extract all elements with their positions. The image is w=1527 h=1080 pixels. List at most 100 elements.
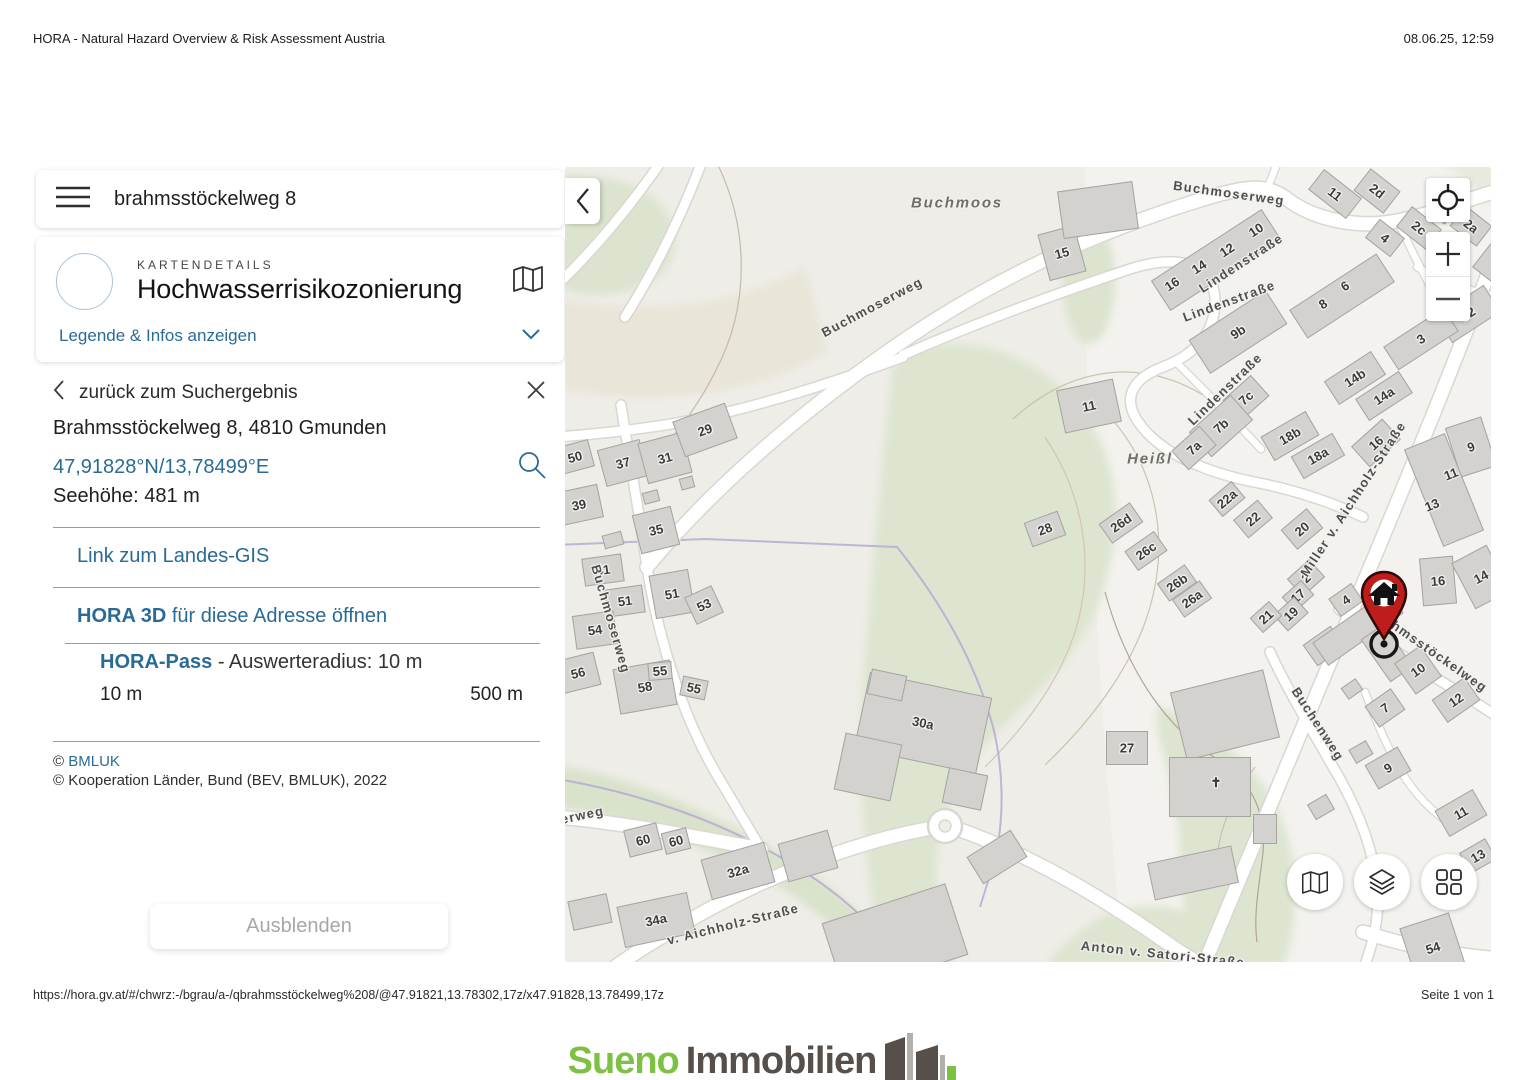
map-street-label: Buchmoserweg xyxy=(565,803,606,841)
location-marker-pin xyxy=(1354,570,1414,662)
back-to-results-label[interactable]: zurück zum Suchergebnis xyxy=(79,382,525,404)
layers-icon xyxy=(1367,867,1397,897)
landes-gis-link[interactable]: Link zum Landes-GIS xyxy=(77,545,269,568)
map-building xyxy=(567,893,612,931)
collapse-sidebar-button[interactable] xyxy=(565,178,600,224)
sueno-immobilien-logo: SuenoImmobilien xyxy=(0,1028,1527,1080)
legend-info-link[interactable]: Legende & Infos anzeigen xyxy=(59,326,257,346)
map-building-number: 16 xyxy=(1430,573,1446,589)
result-coordinates[interactable]: 47,91828°N/13,78499°E xyxy=(53,456,269,479)
map-tool-buttons xyxy=(1287,854,1477,910)
apps-grid-button[interactable] xyxy=(1421,854,1477,910)
logo-text-dark: Immobilien xyxy=(686,1040,877,1080)
map-building xyxy=(966,830,1027,885)
map-building xyxy=(822,883,969,962)
radius-slider-labels[interactable]: 10 m 500 m xyxy=(100,684,523,706)
copyright-symbol: © xyxy=(53,753,68,770)
map-building xyxy=(834,733,903,802)
map-building xyxy=(679,475,696,490)
map-building xyxy=(602,531,625,550)
copyright-line-2: © Kooperation Länder, Bund (BEV, BMLUK),… xyxy=(53,772,387,789)
map-building-number: 39 xyxy=(570,496,587,514)
minus-icon xyxy=(1434,296,1462,302)
map-building-number: 51 xyxy=(664,585,681,602)
chevron-left-icon[interactable] xyxy=(53,379,65,406)
map-building-number: 58 xyxy=(637,678,654,695)
sidebar: KARTENDETAILS Hochwasserrisikozonierung … xyxy=(36,167,564,962)
logo-text-green: Sueno xyxy=(568,1040,679,1080)
search-input[interactable] xyxy=(112,187,544,212)
zoom-controls xyxy=(1426,232,1470,321)
map-canvas[interactable]: 503731293935415151535456585555606032a34a… xyxy=(565,167,1491,962)
map-place-label: Heißl xyxy=(1127,451,1173,468)
logo-text: SuenoImmobilien xyxy=(568,1042,877,1080)
hora-3d-bold[interactable]: HORA 3D xyxy=(77,605,166,627)
hora-3d-rest[interactable]: für diese Adresse öffnen xyxy=(166,605,387,627)
map-building-number: 55 xyxy=(685,679,702,697)
map-building xyxy=(1348,740,1373,764)
close-icon[interactable] xyxy=(525,379,547,406)
kartendetails-label: KARTENDETAILS xyxy=(137,258,512,272)
search-magnifier-icon[interactable] xyxy=(517,450,547,485)
radius-max-label: 500 m xyxy=(470,684,523,706)
divider xyxy=(65,643,540,644)
page-url: https://hora.gv.at/#/chwrz:-/bgrau/a-/qb… xyxy=(33,988,664,1002)
map-street-label: Buchmoserweg xyxy=(819,274,925,340)
radius-min-label: 10 m xyxy=(100,684,142,706)
divider xyxy=(53,587,540,588)
locate-me-button[interactable] xyxy=(1426,178,1470,222)
chevron-left-icon xyxy=(575,186,591,216)
layers-button[interactable] xyxy=(1354,854,1410,910)
hora-3d-link[interactable]: HORA 3D für diese Adresse öffnen xyxy=(77,605,387,628)
map-building xyxy=(1147,845,1239,900)
logo-buildings-icon xyxy=(885,1028,959,1080)
plus-icon xyxy=(1434,240,1462,268)
crosshair-icon xyxy=(1431,183,1465,217)
map-icon xyxy=(1301,870,1329,895)
map-place-label: Buchmoos xyxy=(911,195,1003,212)
map-building xyxy=(1289,253,1395,338)
map-building-number: 27 xyxy=(1120,741,1134,756)
hora-pass-bold[interactable]: HORA-Pass xyxy=(100,651,212,673)
map-building xyxy=(942,767,989,811)
copyright-org-link[interactable]: BMLUK xyxy=(68,753,120,770)
back-to-results-row[interactable]: zurück zum Suchergebnis xyxy=(53,379,547,406)
map-feature-layer: 503731293935415151535456585555606032a34a… xyxy=(565,167,1491,962)
map-building xyxy=(642,489,661,505)
divider xyxy=(53,741,540,742)
divider xyxy=(53,527,540,528)
map-building xyxy=(777,830,838,883)
page: HORA - Natural Hazard Overview & Risk As… xyxy=(0,0,1527,1080)
map-building xyxy=(1341,678,1364,700)
map-building-number: ✝ xyxy=(1211,775,1222,791)
map-icon[interactable] xyxy=(512,265,544,298)
result-elevation: Seehöhe: 481 m xyxy=(53,485,200,508)
map-street-label: Anton v. Satori-Straße xyxy=(1080,938,1246,962)
hide-panel-button[interactable]: Ausblenden xyxy=(150,904,448,949)
browser-header-title: HORA - Natural Hazard Overview & Risk As… xyxy=(33,31,385,46)
browser-header-datetime: 08.06.25, 12:59 xyxy=(1404,31,1494,46)
page-number: Seite 1 von 1 xyxy=(1421,988,1494,1002)
map-street-label: Buchenweg xyxy=(1289,684,1348,763)
map-building-number: 54 xyxy=(587,622,603,639)
menu-hamburger-icon[interactable] xyxy=(56,185,90,214)
map-building xyxy=(1253,814,1277,844)
zoom-out-button[interactable] xyxy=(1426,277,1470,321)
map-building xyxy=(1057,181,1139,239)
result-address: Brahmsstöckelweg 8, 4810 Gmunden xyxy=(53,417,387,440)
grid-icon xyxy=(1434,867,1464,897)
zoom-in-button[interactable] xyxy=(1426,232,1470,276)
layer-thumbnail-circle[interactable] xyxy=(56,253,113,310)
map-building xyxy=(1307,794,1335,821)
basemap-button[interactable] xyxy=(1287,854,1343,910)
map-details-card: KARTENDETAILS Hochwasserrisikozonierung … xyxy=(36,237,564,362)
map-building xyxy=(1170,669,1280,760)
copyright-line-1: © BMLUK xyxy=(53,753,120,770)
hora-pass-link[interactable]: HORA-Pass - Auswerteradius: 10 m xyxy=(100,651,422,674)
hora-pass-rest: - Auswerteradius: 10 m xyxy=(212,651,422,673)
search-bar[interactable] xyxy=(36,170,564,228)
chevron-down-icon[interactable] xyxy=(521,327,541,345)
map-building-number: 55 xyxy=(652,663,668,679)
map-building-number: 51 xyxy=(617,593,633,610)
map-street-label: Buchmoserweg xyxy=(1172,178,1285,208)
